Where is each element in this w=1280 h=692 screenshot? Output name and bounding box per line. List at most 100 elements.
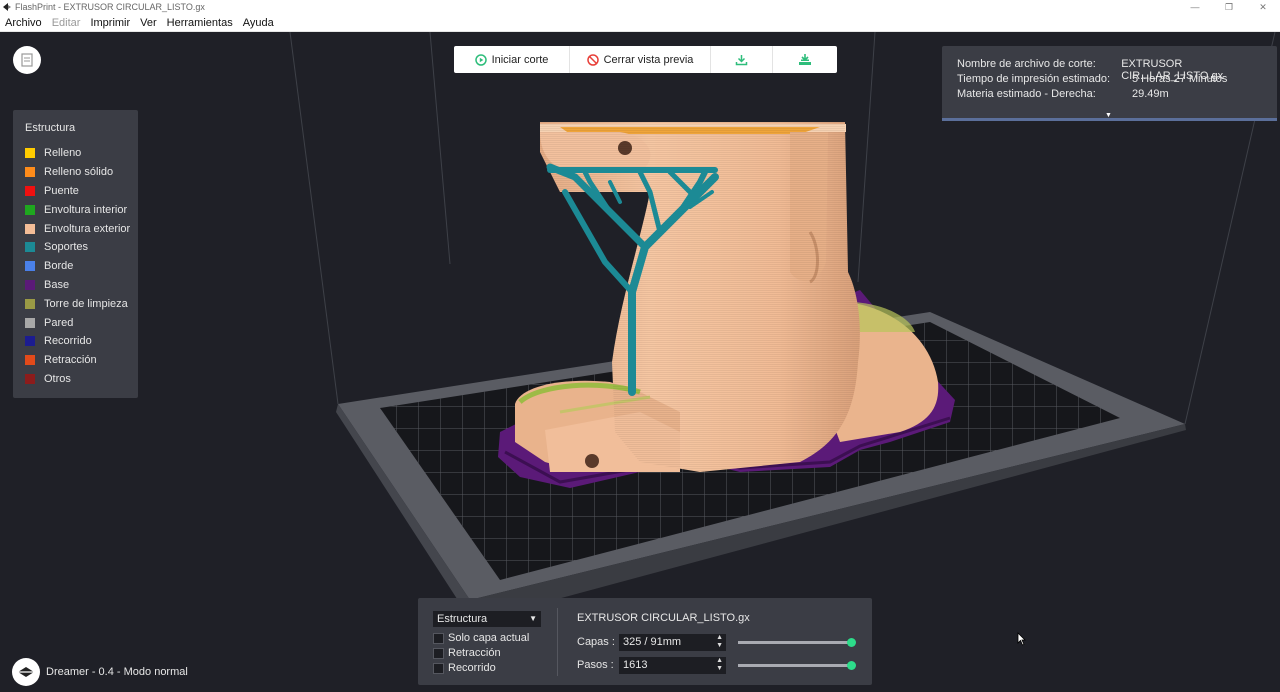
menu-archivo[interactable]: Archivo — [0, 14, 47, 32]
menu-ayuda[interactable]: Ayuda — [238, 14, 279, 32]
info-row: Tiempo de impresión estimado: 5 Horas 27 … — [957, 73, 1277, 88]
legend-item: Envoltura interior — [25, 200, 138, 219]
legend-swatch — [25, 355, 35, 366]
legend-swatch — [25, 167, 35, 178]
preview-toolbar: Iniciar corte Cerrar vista previa — [454, 46, 837, 73]
checkbox-box[interactable] — [433, 632, 444, 644]
legend-item: Pared — [25, 313, 138, 332]
retraction-checkbox[interactable]: Retracción — [433, 647, 501, 659]
start-slice-button[interactable]: Iniciar corte — [454, 46, 570, 73]
steps-slider-handle[interactable] — [847, 661, 856, 670]
legend-label: Soportes — [44, 241, 89, 254]
legend-item: Borde — [25, 257, 138, 276]
legend-swatch — [25, 279, 35, 290]
legend-swatch — [25, 317, 35, 328]
minimize-button[interactable]: — — [1178, 0, 1212, 14]
legend-label: Retracción — [44, 354, 97, 367]
flashprint-logo-icon — [3, 3, 11, 11]
printer-logo-icon — [17, 667, 35, 677]
legend-swatch — [25, 185, 35, 196]
layers-slider[interactable] — [738, 638, 856, 647]
slice-info-panel: Nombre de archivo de corte: EXTRUSOR CIR.… — [942, 46, 1277, 121]
legend-item: Otros — [25, 370, 138, 389]
checkbox-label: Retracción — [448, 647, 501, 659]
legend-item: Retracción — [25, 351, 138, 370]
layers-label: Capas : — [577, 636, 615, 648]
legend-label: Base — [44, 278, 70, 291]
checkbox-label: Solo capa actual — [448, 632, 530, 644]
info-value: 29.49m — [1132, 88, 1169, 100]
travel-checkbox[interactable]: Recorrido — [433, 662, 496, 674]
legend-swatch — [25, 373, 35, 384]
info-value: 5 Horas 27 Minutos — [1132, 73, 1228, 85]
cancel-circle-icon — [586, 53, 599, 66]
export-button[interactable] — [711, 46, 773, 73]
menu-imprimir[interactable]: Imprimir — [85, 14, 135, 32]
layer-control-panel: Estructura ▼ Solo capa actual Retracción… — [418, 598, 872, 685]
legend-item: Relleno sólido — [25, 163, 138, 182]
menu-editar[interactable]: Editar — [47, 14, 86, 32]
printer-select-button[interactable] — [12, 658, 40, 686]
steps-slider[interactable] — [738, 661, 856, 670]
legend-item: Soportes — [25, 238, 138, 257]
menu-ver[interactable]: Ver — [135, 14, 162, 32]
print-preview-scene — [289, 32, 1276, 622]
legend-label: Borde — [44, 260, 74, 273]
info-row: Materia estimado - Derecha: 29.49m — [957, 88, 1277, 103]
layers-slider-handle[interactable] — [847, 638, 856, 647]
info-row: Nombre de archivo de corte: EXTRUSOR CIR.… — [957, 58, 1277, 82]
window-title: FlashPrint - EXTRUSOR CIRCULAR_LISTO.gx — [15, 2, 205, 12]
start-slice-label: Iniciar corte — [491, 53, 549, 66]
layers-spinbox[interactable]: 325 / 91mm ▲ ▼ — [619, 634, 726, 651]
dropdown-arrow-icon: ▼ — [529, 614, 537, 623]
file-list-button[interactable] — [13, 46, 41, 74]
printer-icon — [799, 53, 811, 65]
legend-label: Pared — [44, 316, 74, 329]
checkbox-box[interactable] — [433, 662, 444, 674]
title-bar: FlashPrint - EXTRUSOR CIRCULAR_LISTO.gx … — [0, 0, 1280, 14]
legend-swatch — [25, 204, 35, 215]
legend-swatch — [25, 223, 35, 234]
legend-label: Relleno sólido — [44, 166, 114, 179]
layers-value: 325 / 91mm — [623, 636, 682, 648]
chevron-down-icon[interactable]: ▼ — [1105, 112, 1112, 119]
legend-swatch — [25, 336, 35, 347]
legend-item: Recorrido — [25, 332, 138, 351]
legend-label: Puente — [44, 184, 79, 197]
3d-viewport[interactable]: Iniciar corte Cerrar vista previa Estruc… — [0, 32, 1280, 692]
menu-herramientas[interactable]: Herramientas — [162, 14, 238, 32]
steps-value: 1613 — [623, 659, 648, 671]
close-preview-button[interactable]: Cerrar vista previa — [570, 46, 711, 73]
checkbox-box[interactable] — [433, 647, 444, 659]
restore-button[interactable]: ❐ — [1212, 0, 1246, 14]
legend-item: Torre de limpieza — [25, 294, 138, 313]
model-filename: EXTRUSOR CIRCULAR_LISTO.gx — [577, 612, 750, 624]
legend-swatch — [25, 242, 35, 253]
legend-label: Relleno — [44, 147, 82, 160]
info-key: Tiempo de impresión estimado: — [957, 73, 1111, 85]
legend-swatch — [25, 148, 35, 159]
send-to-printer-button[interactable] — [773, 46, 837, 73]
legend-title: Estructura — [25, 122, 76, 134]
close-window-button[interactable]: ✕ — [1246, 0, 1280, 14]
legend-label: Recorrido — [44, 335, 92, 348]
legend-item: Base — [25, 276, 138, 295]
spin-arrows-icon[interactable]: ▲ ▼ — [716, 657, 723, 673]
structure-legend: Estructura Relleno Relleno sólido Puente En… — [13, 110, 138, 398]
mouse-cursor-icon — [1017, 632, 1026, 646]
legend-label: Otros — [44, 372, 71, 385]
legend-swatch — [25, 261, 35, 272]
download-icon — [735, 54, 748, 65]
legend-item: Envoltura exterior — [25, 219, 138, 238]
current-layer-only-checkbox[interactable]: Solo capa actual — [433, 632, 529, 644]
info-key: Nombre de archivo de corte: — [957, 58, 1096, 70]
steps-spinbox[interactable]: 1613 ▲ ▼ — [619, 657, 726, 674]
steps-label: Pasos : — [577, 659, 614, 671]
spin-arrows-icon[interactable]: ▲ ▼ — [716, 634, 723, 650]
info-value: EXTRUSOR CIR...LAR_LISTO.gx — [1121, 58, 1224, 82]
document-icon — [21, 53, 33, 67]
legend-swatch — [25, 298, 35, 309]
legend-label: Envoltura exterior — [44, 222, 131, 235]
printer-profile-label: Dreamer - 0.4 - Modo normal — [46, 666, 188, 678]
view-mode-select[interactable]: Estructura ▼ — [433, 611, 541, 627]
